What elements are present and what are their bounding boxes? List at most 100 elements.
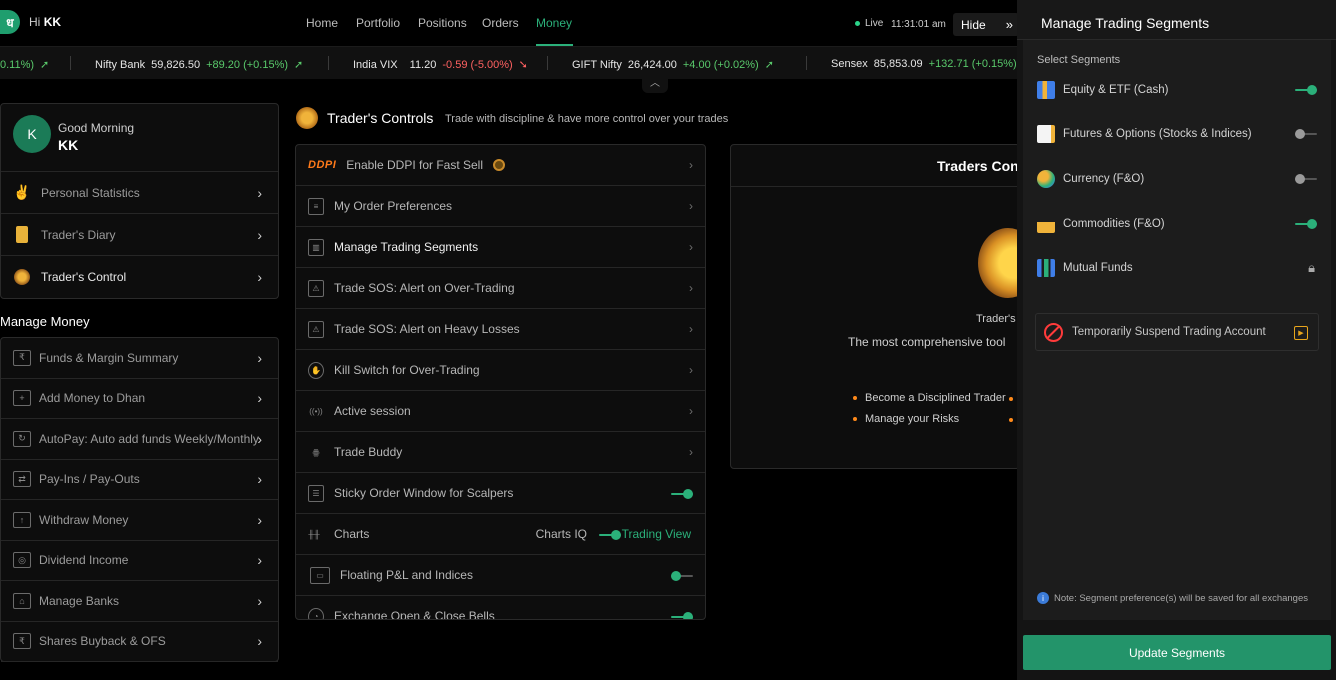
nav-portfolio[interactable]: Portfolio (356, 16, 400, 30)
control-manage-trading-segments[interactable]: ▥ Manage Trading Segments › (296, 227, 705, 268)
info-panel-description: The most comprehensive tool (848, 335, 1006, 349)
fno-toggle[interactable] (1295, 128, 1317, 140)
panel-title: Manage Trading Segments (1041, 15, 1210, 31)
add-money-icon: + (13, 390, 31, 407)
double-chevron-right-icon: » (1005, 17, 1013, 32)
prohibited-icon (1044, 322, 1063, 342)
nav-home[interactable]: Home (306, 16, 338, 30)
hide-panel-button[interactable]: Hide» (953, 13, 1019, 36)
buyback-icon: ₹ (13, 633, 31, 650)
money-item-payins-payouts[interactable]: ⇄ Pay-Ins / Pay-Outs › (1, 460, 278, 500)
commodities-toggle[interactable] (1295, 218, 1317, 230)
control-order-preferences[interactable]: ≡ My Order Preferences › (296, 186, 705, 227)
traders-controls-subtitle: Trade with discipline & have more contro… (445, 113, 729, 125)
alarm-icon: ⚠ (308, 320, 324, 338)
chart-candles-icon: ╫╫ (308, 529, 320, 539)
chevron-right-icon: › (689, 199, 693, 213)
money-item-autopay[interactable]: ↻ AutoPay: Auto add funds Weekly/Monthly › (1, 419, 278, 460)
control-floating-pnl[interactable]: ▭ Floating P&L and Indices (296, 555, 705, 596)
chevron-right-icon: › (689, 240, 693, 254)
avatar[interactable]: K (13, 115, 51, 153)
ticker-item-sensex[interactable]: Sensex 85,853.09 +132.71 (+0.15%) (831, 58, 1017, 70)
floating-window-icon: ▭ (310, 566, 330, 584)
chevron-right-icon: › (257, 349, 262, 366)
segment-equity-etf[interactable]: Equity & ETF (Cash) (1037, 68, 1317, 112)
chevron-right-icon: › (257, 430, 262, 447)
sidebar-item-traders-control[interactable]: Trader's Control › (1, 255, 278, 297)
control-charts: ╫╫ Charts Charts IQ Trading View (296, 514, 705, 555)
nav-orders[interactable]: Orders (482, 16, 519, 30)
chevron-right-icon: › (689, 363, 693, 377)
charts-iq-option[interactable]: Charts IQ (536, 527, 587, 541)
nav-money[interactable]: Money (536, 16, 572, 30)
collapse-ticker-icon[interactable]: ︿ (642, 79, 668, 93)
arrow-up-right-icon: ➚ (294, 59, 304, 71)
select-segments-label: Select Segments (1037, 54, 1121, 66)
withdraw-icon: ↑ (13, 511, 31, 528)
sticky-order-toggle[interactable] (671, 488, 693, 500)
alarm-icon: ⚠ (308, 279, 324, 297)
chevron-right-icon: › (689, 445, 693, 459)
autopay-icon: ↻ (13, 430, 31, 447)
chevron-right-icon: › (257, 552, 262, 569)
chevron-right-icon: › (257, 633, 262, 650)
money-item-funds-margin[interactable]: ₹ Funds & Margin Summary › (1, 338, 278, 379)
divider (731, 186, 1021, 187)
hand-stop-icon: ✋ (308, 361, 324, 379)
chevron-right-icon: › (689, 281, 693, 295)
profile-name: KK (58, 137, 79, 153)
good-morning-text: Good Morning (58, 121, 135, 135)
manage-money-title: Manage Money (0, 314, 90, 329)
chevron-right-icon: › (689, 322, 693, 336)
chevron-right-icon: › (689, 158, 693, 172)
segment-futures-options[interactable]: Futures & Options (Stocks & Indices) (1037, 112, 1317, 156)
ticker-item-gift-nifty[interactable]: GIFT Nifty 26,424.00 +4.00 (+0.02%) ➚ (572, 58, 774, 72)
ddpi-logo: DDPI (308, 159, 337, 171)
bullet-dot (1009, 397, 1013, 401)
segment-currency[interactable]: Currency (F&O) (1037, 157, 1317, 201)
traders-controls-title: Trader's Controls (327, 110, 434, 126)
bullet-dot (1009, 418, 1013, 422)
live-dot-icon (855, 21, 860, 26)
lion-icon (296, 107, 318, 129)
money-item-buyback[interactable]: ₹ Shares Buyback & OFS › (1, 622, 278, 662)
exchange-bells-toggle[interactable] (671, 611, 693, 619)
control-exchange-bells[interactable]: ◔ Exchange Open & Close Bells (296, 596, 705, 619)
info-panel-heading: Trader's (976, 313, 1016, 325)
chart-provider-toggle[interactable] (599, 529, 621, 541)
ticker-item[interactable]: 0.11%) ➚ (0, 58, 49, 72)
money-item-add-money[interactable]: + Add Money to Dhan › (1, 379, 278, 419)
info-icon: i (1037, 592, 1049, 604)
chevron-right-icon: › (689, 404, 693, 418)
sidebar-item-traders-diary[interactable]: Trader's Diary › (1, 213, 278, 255)
control-trade-buddy[interactable]: ꙮ Trade Buddy › (296, 432, 705, 473)
money-item-withdraw[interactable]: ↑ Withdraw Money › (1, 500, 278, 541)
chevron-right-icon: › (257, 226, 262, 243)
sidebar-item-personal-statistics[interactable]: ✌ Personal Statistics › (1, 171, 278, 213)
control-enable-ddpi[interactable]: DDPI Enable DDPI for Fast Sell › (296, 145, 705, 186)
control-active-session[interactable]: ((•)) Active session › (296, 391, 705, 432)
funds-icon: ₹ (13, 349, 31, 366)
divider (70, 56, 71, 70)
play-video-icon[interactable]: ▶ (1294, 326, 1308, 340)
suspend-account-button[interactable]: Temporarily Suspend Trading Account ▶ (1035, 313, 1319, 351)
chevron-right-icon: › (257, 471, 262, 488)
control-sticky-order-window[interactable]: ☰ Sticky Order Window for Scalpers (296, 473, 705, 514)
control-sos-heavy-losses[interactable]: ⚠ Trade SOS: Alert on Heavy Losses › (296, 309, 705, 350)
lion-icon (13, 268, 31, 286)
currency-toggle[interactable] (1295, 173, 1317, 185)
trading-view-option[interactable]: Trading View (622, 527, 691, 541)
update-segments-button[interactable]: Update Segments (1023, 635, 1331, 670)
nav-positions[interactable]: Positions (418, 16, 467, 30)
control-kill-switch[interactable]: ✋ Kill Switch for Over-Trading › (296, 350, 705, 391)
floating-pnl-toggle[interactable] (671, 570, 693, 582)
lock-icon: 🔒︎ (1308, 260, 1315, 275)
ticker-item-india-vix[interactable]: India VIX 11.20 -0.59 (-5.00%) ➘ (353, 58, 528, 72)
segment-commodities[interactable]: Commodities (F&O) (1037, 202, 1317, 246)
money-item-manage-banks[interactable]: ⌂ Manage Banks › (1, 581, 278, 622)
equity-toggle[interactable] (1295, 84, 1317, 96)
ticker-item-nifty-bank[interactable]: Nifty Bank 59,826.50 +89.20 (+0.15%) ➚ (95, 58, 304, 72)
control-sos-over-trading[interactable]: ⚠ Trade SOS: Alert on Over-Trading › (296, 268, 705, 309)
money-item-dividend[interactable]: ◎ Dividend Income › (1, 541, 278, 581)
chevron-right-icon: › (257, 511, 262, 528)
